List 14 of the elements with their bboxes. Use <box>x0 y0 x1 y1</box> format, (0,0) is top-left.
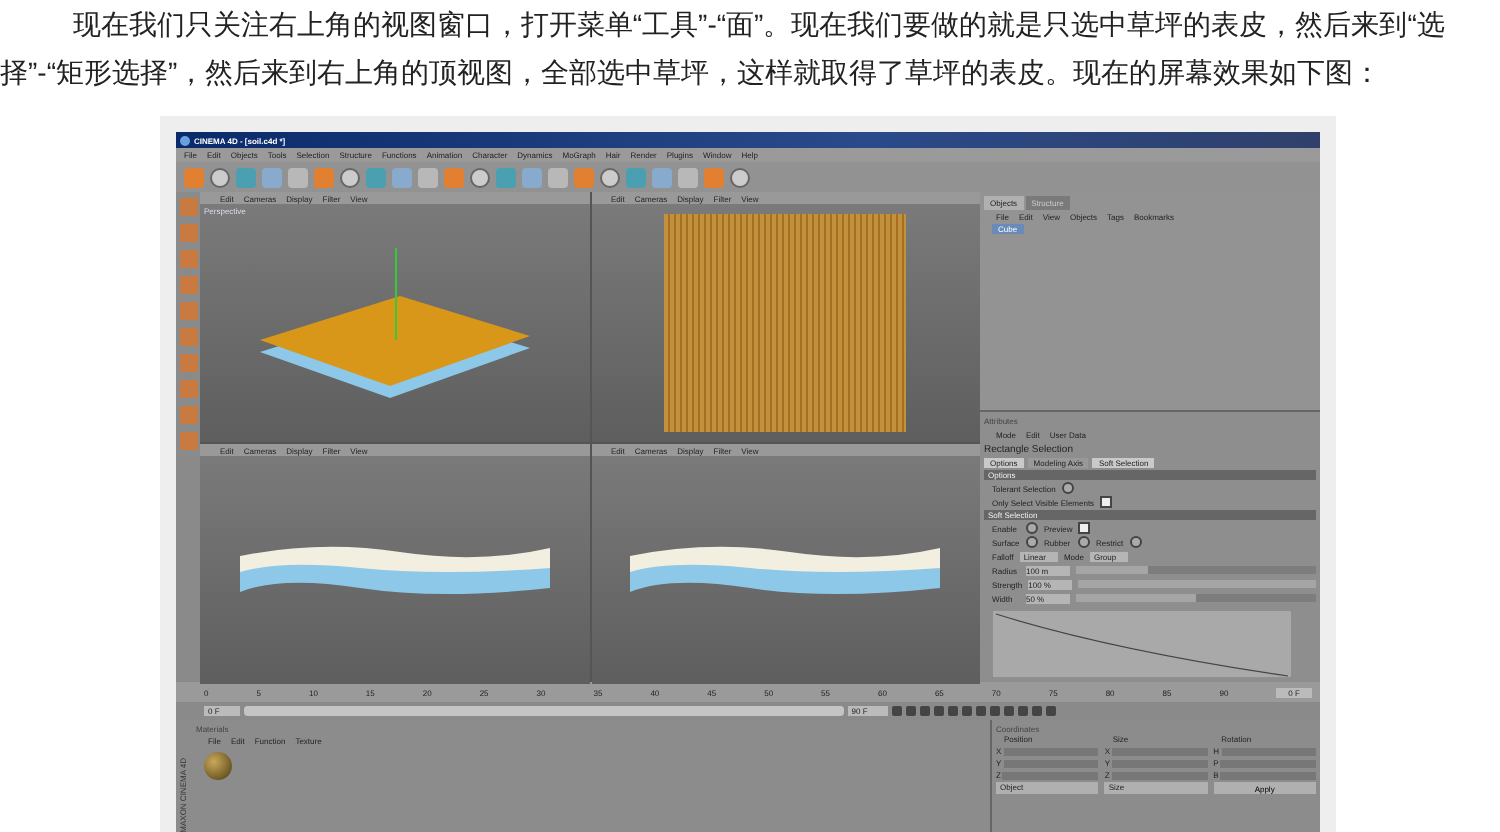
checkbox[interactable] <box>1100 496 1113 508</box>
number-field[interactable] <box>1002 771 1099 779</box>
article-paragraph: 现在我们只关注右上角的视图窗口，打开菜单“工具”-“面”。现在我们要做的就是只选中草坪的表皮，然后来到“选择”-“矩形选择”，然后来到右上角的顶视图，全部选中草坪，这样就取得了草坪的表皮。现在的屏幕效果如下图： <box>0 6 1447 92</box>
app-icon <box>180 135 190 145</box>
checkbox[interactable] <box>1130 536 1142 548</box>
checkbox[interactable] <box>1026 536 1038 548</box>
number-field[interactable] <box>1111 771 1208 779</box>
checkbox[interactable] <box>1078 536 1090 548</box>
material-sphere-icon[interactable] <box>204 752 232 780</box>
range-slider[interactable] <box>243 706 844 716</box>
checkbox[interactable] <box>1078 522 1091 534</box>
checkbox[interactable] <box>1026 522 1038 534</box>
checkbox[interactable] <box>1061 482 1074 494</box>
number-field[interactable] <box>1220 771 1316 779</box>
